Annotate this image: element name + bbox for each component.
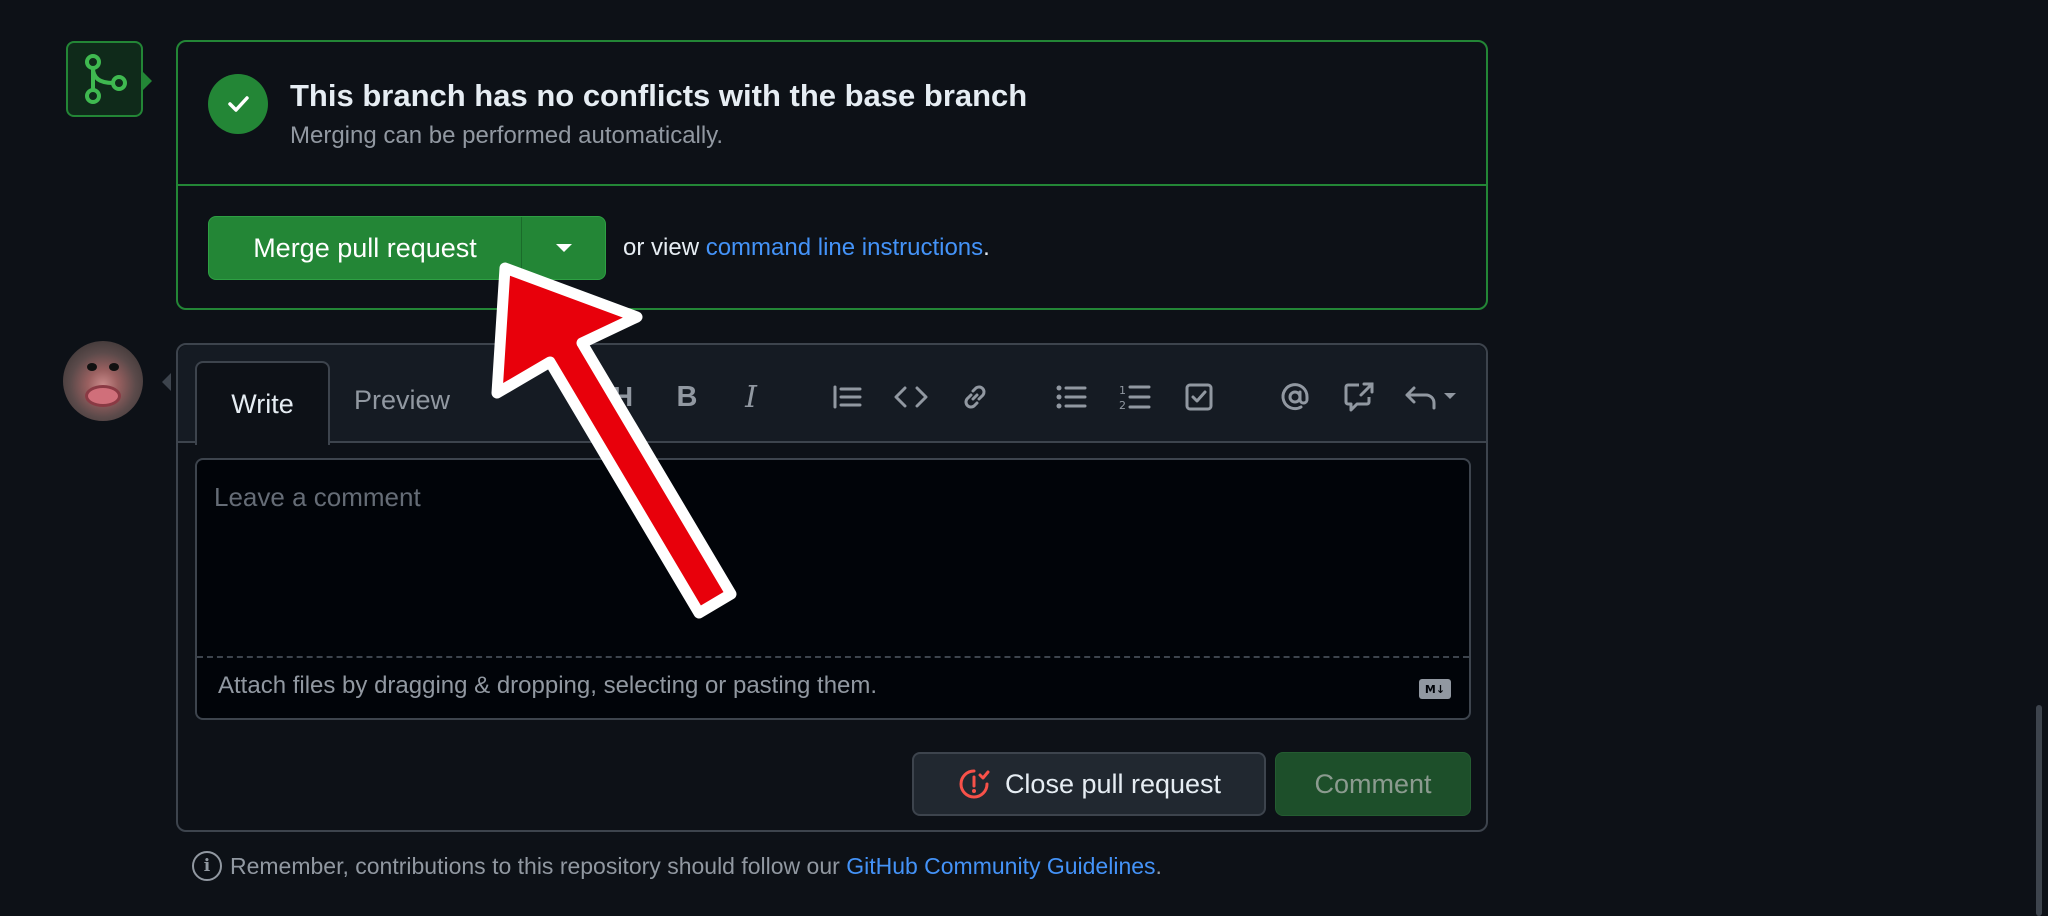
attach-files-hint[interactable]: Attach files by dragging & dropping, sel…: [218, 672, 877, 700]
merge-pull-request-button[interactable]: Merge pull request: [209, 217, 522, 279]
git-merge-icon: [66, 41, 143, 117]
close-pull-request-button[interactable]: Close pull request: [912, 752, 1266, 816]
check-circle-icon: [208, 74, 268, 134]
comment-editor: Write Preview H B I 12 Leave a comment A…: [176, 343, 1488, 832]
italic-icon[interactable]: I: [731, 377, 771, 417]
or-view-suffix: .: [983, 234, 990, 261]
saved-replies-icon[interactable]: [1403, 377, 1459, 417]
merge-method-dropdown[interactable]: [522, 217, 605, 279]
comment-box-pointer: [162, 373, 171, 391]
community-guidelines-link[interactable]: GitHub Community Guidelines: [846, 853, 1155, 879]
merge-box-pointer: [143, 72, 152, 90]
avatar-eye: [109, 363, 119, 371]
svg-text:1: 1: [1119, 384, 1126, 397]
merge-status-subtitle: Merging can be performed automatically.: [290, 122, 724, 149]
contribution-reminder: i Remember, contributions to this reposi…: [192, 851, 1162, 881]
attach-divider: [197, 656, 1469, 658]
editor-toolbar: Write Preview H B I 12: [178, 345, 1486, 445]
code-icon[interactable]: [891, 377, 931, 417]
git-pull-request-closed-icon: [959, 769, 990, 799]
command-line-instructions-link[interactable]: command line instructions: [706, 234, 983, 261]
task-list-icon[interactable]: [1179, 377, 1219, 417]
page-scrollbar[interactable]: [2036, 705, 2042, 916]
close-pull-request-label: Close pull request: [1004, 768, 1222, 799]
reminder-text: Remember, contributions to this reposito…: [230, 852, 847, 879]
comment-placeholder: Leave a comment: [214, 482, 421, 512]
triangle-down-icon: [555, 244, 572, 252]
mention-icon[interactable]: [1275, 377, 1315, 417]
reminder-suffix: .: [1155, 852, 1162, 879]
bold-icon[interactable]: B: [667, 377, 707, 417]
comment-button[interactable]: Comment: [1275, 752, 1471, 816]
link-icon[interactable]: [955, 377, 995, 417]
ordered-list-icon[interactable]: 12: [1115, 377, 1155, 417]
command-line-hint: or view command line instructions.: [623, 234, 990, 262]
merge-status-box: This branch has no conflicts with the ba…: [176, 40, 1488, 310]
cross-reference-icon[interactable]: [1339, 377, 1379, 417]
avatar-eye: [87, 363, 97, 371]
avatar[interactable]: [63, 341, 143, 421]
comment-textarea[interactable]: Leave a comment Attach files by dragging…: [195, 458, 1471, 720]
merge-status-header: This branch has no conflicts with the ba…: [178, 42, 1486, 186]
info-icon: i: [192, 851, 222, 881]
tab-write[interactable]: Write: [195, 361, 330, 445]
avatar-mouth: [85, 385, 121, 407]
markdown-icon[interactable]: M↓: [1419, 679, 1451, 699]
quote-icon[interactable]: [827, 377, 867, 417]
svg-text:2: 2: [1119, 399, 1126, 411]
merge-button-group: Merge pull request: [208, 216, 606, 280]
or-view-text: or view: [623, 234, 706, 261]
unordered-list-icon[interactable]: [1051, 377, 1091, 417]
page: This branch has no conflicts with the ba…: [0, 0, 2048, 916]
tab-preview[interactable]: Preview: [354, 375, 450, 425]
heading-icon[interactable]: H: [603, 377, 643, 417]
merge-status-title: This branch has no conflicts with the ba…: [290, 78, 1028, 113]
